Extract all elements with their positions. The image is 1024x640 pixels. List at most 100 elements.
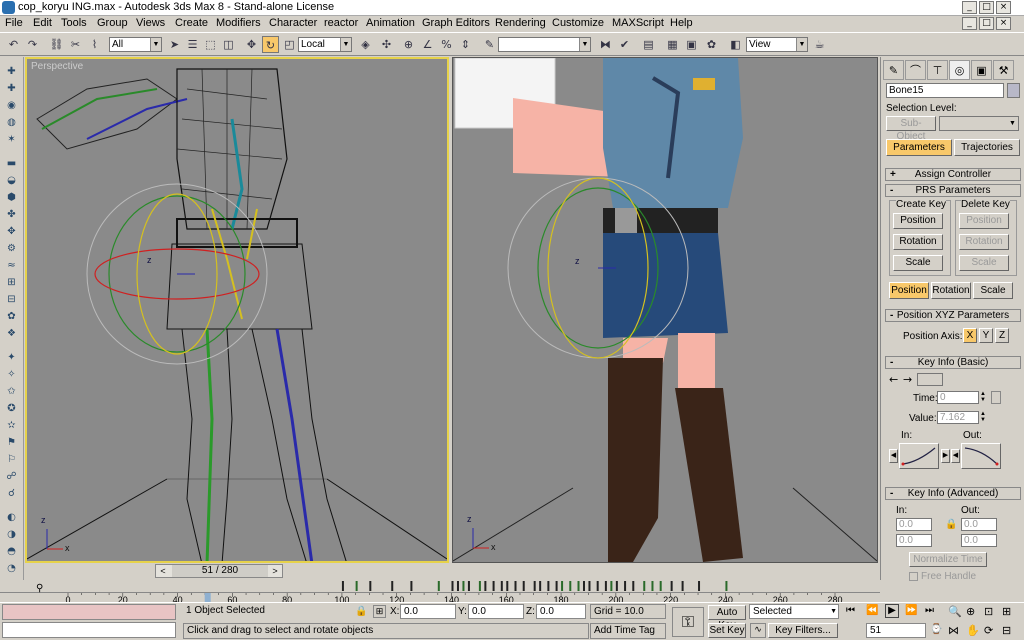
key-marker[interactable]	[437, 581, 440, 591]
key-marker[interactable]	[582, 581, 585, 591]
prs-parameters-rollout[interactable]: - PRS Parameters	[885, 184, 1021, 197]
object-color-swatch[interactable]	[1007, 83, 1020, 98]
select-by-name-icon[interactable]: ☰	[184, 36, 201, 53]
maxscript-listener-mini[interactable]	[2, 604, 176, 620]
next-key-icon[interactable]: →	[903, 373, 912, 386]
key-info-basic-rollout[interactable]: - Key Info (Basic)	[885, 356, 1021, 369]
named-selection-icon[interactable]: ✎	[481, 36, 498, 53]
key-marker[interactable]	[651, 581, 654, 591]
key-marker[interactable]	[577, 581, 580, 591]
angle-snap-icon[interactable]: ∠	[419, 36, 436, 53]
key-marker[interactable]	[681, 581, 684, 591]
tool-icon[interactable]: ◐	[4, 511, 19, 525]
key-time-spinner[interactable]: ▲ ▼	[980, 391, 988, 404]
tool-icon[interactable]: ✦	[4, 351, 19, 365]
go-to-start-icon[interactable]: ⏮	[846, 605, 855, 616]
trajectories-tab[interactable]: Trajectories	[954, 139, 1020, 156]
tangent-out-prev-icon[interactable]: ◀	[951, 449, 960, 463]
position-axis-z-button[interactable]: Z	[995, 328, 1009, 343]
tool-icon[interactable]: ✩	[4, 385, 19, 399]
align-icon[interactable]: ✔	[616, 36, 633, 53]
position-axis-y-button[interactable]: Y	[979, 328, 993, 343]
key-marker[interactable]	[514, 581, 517, 591]
tool-icon[interactable]: ◓	[4, 545, 19, 559]
delete-key-position-button[interactable]: Position	[959, 213, 1009, 229]
menu-animation[interactable]: Animation	[366, 17, 415, 29]
key-marker[interactable]	[596, 581, 599, 591]
key-value-field[interactable]: 7.162	[937, 411, 979, 424]
menu-group[interactable]: Group	[97, 17, 128, 29]
curve-editor-icon[interactable]: ▦	[664, 36, 681, 53]
time-slider-thumb[interactable]: 51 / 280	[172, 565, 268, 577]
time-ruler[interactable]: ⚲ 0 20 40 60 80 100 120 140 160 180 200 220 240 260 28…	[0, 583, 880, 605]
coord-z-field[interactable]: 0.0	[536, 604, 586, 619]
set-key-icon[interactable]: ⚿	[672, 607, 704, 637]
tool-icon[interactable]: ☌	[4, 487, 19, 501]
tool-icon[interactable]: ≈	[4, 259, 19, 273]
tangent-in-button[interactable]	[899, 443, 939, 469]
key-marker[interactable]	[539, 581, 542, 591]
set-key-button[interactable]: Set Key	[708, 623, 746, 638]
key-marker[interactable]	[632, 581, 635, 591]
menu-views[interactable]: Views	[136, 17, 165, 29]
play-icon[interactable]: ▶	[885, 604, 899, 618]
prs-scale-button[interactable]: Scale	[973, 282, 1013, 299]
selection-filter-dropdown[interactable]: All ▼	[109, 37, 162, 52]
tangent-in-prev-icon[interactable]: ◀	[889, 449, 898, 463]
perspective-viewport-wireframe[interactable]: Perspective z z x	[25, 57, 449, 563]
position-axis-x-button[interactable]: X	[963, 328, 977, 343]
snap-toggle-icon[interactable]: ⊕	[400, 36, 417, 53]
advanced-in-field-2[interactable]: 0.0	[896, 534, 932, 547]
close-button[interactable]: ×	[996, 1, 1011, 14]
key-time-lock-button[interactable]	[991, 391, 1001, 404]
key-marker[interactable]	[492, 581, 495, 591]
tool-icon[interactable]: ◑	[4, 528, 19, 542]
tool-icon[interactable]: ✤	[4, 208, 19, 222]
tool-icon[interactable]: ✚	[4, 82, 19, 96]
key-number-field[interactable]	[917, 373, 943, 386]
key-marker[interactable]	[610, 581, 613, 591]
time-slider-next-button[interactable]: >	[268, 565, 282, 577]
create-tab-icon[interactable]: ✎	[883, 60, 904, 80]
create-key-position-button[interactable]: Position	[893, 213, 943, 229]
arc-rotate-icon[interactable]: ⟳	[984, 624, 993, 637]
pan-icon[interactable]: ✋	[966, 624, 980, 637]
key-marker[interactable]	[451, 581, 454, 591]
parameters-tab[interactable]: Parameters	[886, 139, 952, 156]
auto-key-button[interactable]: Auto Key	[708, 605, 746, 631]
key-marker[interactable]	[561, 581, 564, 591]
tool-icon[interactable]: ⊟	[4, 293, 19, 307]
create-key-rotation-button[interactable]: Rotation	[893, 234, 943, 250]
layer-manager-icon[interactable]: ▤	[640, 36, 657, 53]
zoom-extents-all-icon[interactable]: ⊞	[1002, 605, 1011, 618]
key-marker[interactable]	[643, 581, 646, 591]
key-marker[interactable]	[522, 581, 525, 591]
coord-x-field[interactable]: 0.0	[400, 604, 456, 619]
material-editor-icon[interactable]: ✿	[703, 36, 720, 53]
menu-modifiers[interactable]: Modifiers	[216, 17, 261, 29]
key-filters-button[interactable]: Key Filters...	[768, 623, 838, 638]
motion-tab-icon[interactable]: ◎	[949, 60, 970, 80]
tool-icon[interactable]: ◔	[4, 562, 19, 576]
advanced-in-field-1[interactable]: 0.0	[896, 518, 932, 531]
link-icon[interactable]: ⛓	[48, 36, 65, 53]
menu-graph-editors[interactable]: Graph Editors	[422, 17, 490, 29]
tool-icon[interactable]: ☍	[4, 470, 19, 484]
render-view-dropdown[interactable]: View ▼	[746, 37, 808, 52]
tool-icon[interactable]: ⚐	[4, 453, 19, 467]
prev-key-icon[interactable]: ←	[889, 373, 898, 386]
window-crossing-icon[interactable]: ◫	[220, 36, 237, 53]
time-slider-prev-button[interactable]: <	[156, 565, 170, 577]
rect-selection-icon[interactable]: ⬚	[202, 36, 219, 53]
key-marker[interactable]	[467, 581, 470, 591]
undo-icon[interactable]: ↶	[5, 36, 22, 53]
key-marker[interactable]	[588, 581, 591, 591]
time-configuration-icon[interactable]: ⌚	[930, 624, 942, 635]
perspective-viewport-shaded[interactable]: z z x	[452, 57, 878, 563]
unlink-icon[interactable]: ✂	[67, 36, 84, 53]
inner-minimize-button[interactable]: _	[962, 17, 977, 30]
tangent-in-next-icon[interactable]: ▶	[941, 449, 950, 463]
pivot-center-icon[interactable]: ◈	[357, 36, 374, 53]
advanced-out-field-2[interactable]: 0.0	[961, 534, 997, 547]
menu-help[interactable]: Help	[670, 17, 693, 29]
